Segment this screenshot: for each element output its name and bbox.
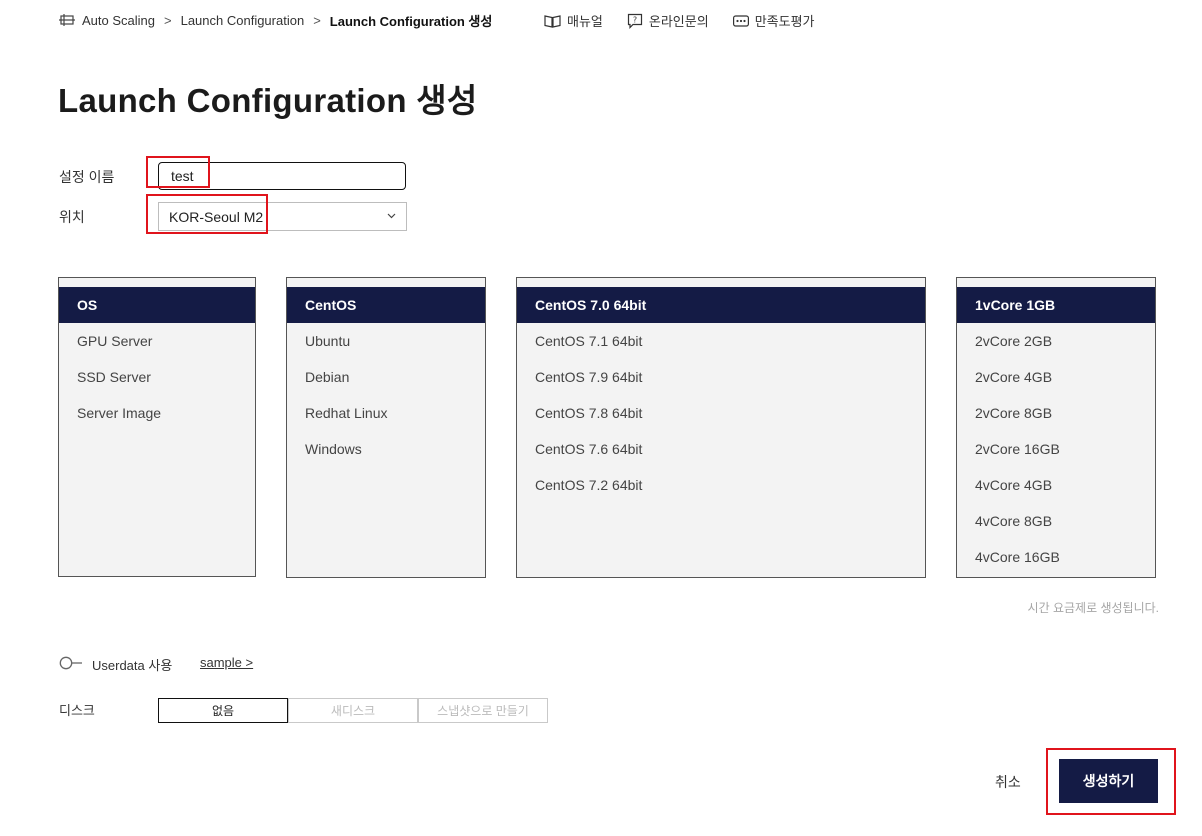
userdata-toggle[interactable]	[59, 656, 83, 670]
version-item[interactable]: CentOS 7.2 64bit	[517, 467, 925, 503]
category-item-ssd-server[interactable]: SSD Server	[59, 359, 255, 395]
userdata-label: Userdata 사용	[92, 658, 173, 673]
billing-hint: 시간 요금제로 생성됩니다.	[1027, 601, 1159, 615]
svg-text:?: ?	[633, 15, 637, 24]
os-item-windows[interactable]: Windows	[287, 431, 485, 467]
version-item[interactable]: CentOS 7.1 64bit	[517, 323, 925, 359]
version-item[interactable]: CentOS 7.9 64bit	[517, 359, 925, 395]
os-list: CentOS Ubuntu Debian Redhat Linux Window…	[286, 277, 486, 578]
version-item[interactable]: CentOS 7.8 64bit	[517, 395, 925, 431]
config-name-label: 설정 이름	[59, 169, 115, 185]
spec-item[interactable]: 4vCore 16GB	[957, 539, 1155, 575]
spec-item[interactable]: 4vCore 8GB	[957, 503, 1155, 539]
spec-item[interactable]: 2vCore 8GB	[957, 395, 1155, 431]
top-links: 매뉴얼 ? 온라인문의 만족도평가	[544, 11, 839, 30]
disk-label: 디스크	[59, 703, 95, 718]
breadcrumb-current: Launch Configuration 생성	[329, 13, 493, 29]
spec-item[interactable]: 2vCore 2GB	[957, 323, 1155, 359]
breadcrumb-separator: >	[164, 12, 172, 28]
spec-list: 1vCore 1GB 2vCore 2GB 2vCore 4GB 2vCore …	[956, 277, 1156, 578]
create-button[interactable]: 생성하기	[1059, 759, 1158, 803]
spec-item[interactable]: 4vCore 4GB	[957, 467, 1155, 503]
breadcrumb-auto-scaling[interactable]: Auto Scaling	[82, 13, 155, 28]
breadcrumb: Auto Scaling > Launch Configuration > La…	[59, 11, 492, 29]
more-dots-icon	[732, 14, 749, 27]
category-item-server-image[interactable]: Server Image	[59, 395, 255, 431]
question-icon: ?	[627, 13, 642, 29]
version-item[interactable]: CentOS 7.6 64bit	[517, 431, 925, 467]
os-item-ubuntu[interactable]: Ubuntu	[287, 323, 485, 359]
location-label: 위치	[59, 209, 85, 225]
spec-item[interactable]: 2vCore 16GB	[957, 431, 1155, 467]
book-icon	[544, 14, 561, 28]
survey-link[interactable]: 만족도평가	[732, 11, 815, 30]
inquiry-label: 온라인문의	[648, 14, 709, 29]
category-item-gpu-server[interactable]: GPU Server	[59, 323, 255, 359]
location-value: KOR-Seoul M2	[169, 208, 264, 225]
chevron-down-icon	[387, 213, 396, 219]
breadcrumb-launch-configuration[interactable]: Launch Configuration	[181, 13, 305, 28]
spec-item[interactable]: 2vCore 4GB	[957, 359, 1155, 395]
disk-option-none[interactable]: 없음	[158, 698, 288, 723]
cancel-button[interactable]: 취소	[995, 772, 1021, 792]
manual-label: 매뉴얼	[567, 14, 603, 29]
disk-option-new-disk[interactable]: 새디스크	[288, 698, 418, 723]
inquiry-link[interactable]: ? 온라인문의	[627, 11, 709, 30]
survey-label: 만족도평가	[754, 14, 815, 29]
os-item-redhat-linux[interactable]: Redhat Linux	[287, 395, 485, 431]
location-select[interactable]: KOR-Seoul M2	[158, 202, 407, 231]
spec-item[interactable]: 1vCore 1GB	[957, 287, 1155, 323]
version-item[interactable]: CentOS 7.0 64bit	[517, 287, 925, 323]
os-item-centos[interactable]: CentOS	[287, 287, 485, 323]
service-icon	[59, 14, 75, 26]
category-list: OS GPU Server SSD Server Server Image	[58, 277, 256, 577]
os-item-debian[interactable]: Debian	[287, 359, 485, 395]
config-name-input[interactable]	[158, 162, 406, 190]
version-list: CentOS 7.0 64bit CentOS 7.1 64bit CentOS…	[516, 277, 926, 578]
sample-link[interactable]: sample >	[200, 655, 253, 670]
breadcrumb-separator: >	[313, 12, 321, 28]
page-title: Launch Configuration 생성	[58, 82, 478, 119]
disk-option-from-snapshot[interactable]: 스냅샷으로 만들기	[418, 698, 548, 723]
category-item-os[interactable]: OS	[59, 287, 255, 323]
manual-link[interactable]: 매뉴얼	[544, 11, 603, 30]
